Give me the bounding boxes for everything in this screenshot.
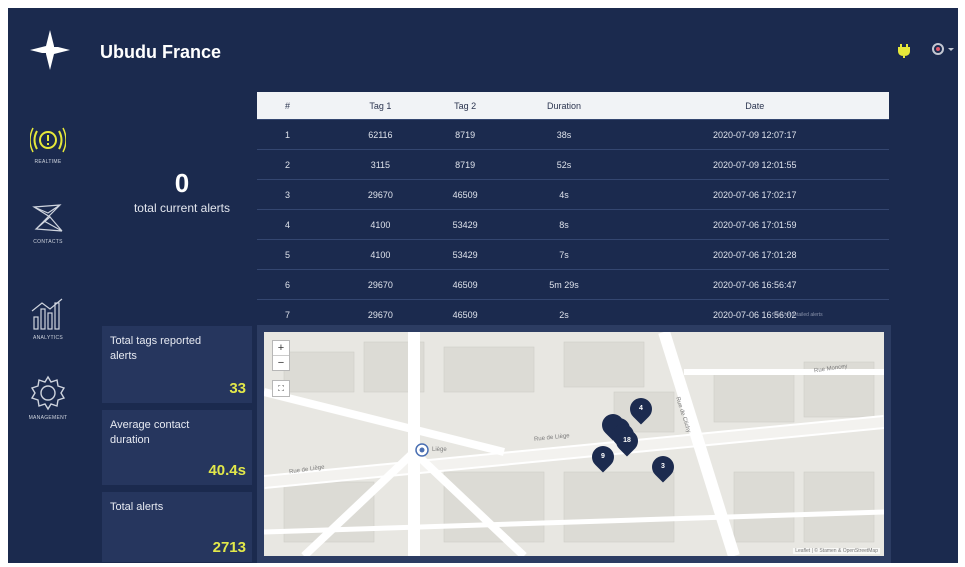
table-cell: 2020-07-06 16:56:47 [620, 269, 889, 300]
table-cell: 3115 [338, 149, 423, 180]
table-cell: 2020-07-09 12:07:17 [620, 119, 889, 150]
table-cell: 5 [257, 239, 338, 270]
table-cell: 2020-07-06 17:01:59 [620, 209, 889, 240]
table-cell: 2 [257, 149, 338, 180]
table-cell: 62116 [338, 119, 423, 150]
realtime-alert-icon [30, 127, 66, 153]
current-alerts-value: 0 [174, 168, 190, 198]
sidebar-item-label: CONTACTS [33, 239, 63, 245]
map-marker[interactable]: 4 [625, 393, 657, 425]
column-header[interactable]: Date [620, 92, 889, 120]
current-alerts-label: total current alerts [133, 201, 231, 215]
table-row[interactable]: 1 62116 8719 38s 2020-07-09 12:07:17 [257, 119, 889, 150]
table-cell: 8s [507, 209, 621, 240]
stat-label: Average contact duration [110, 419, 190, 446]
table-cell: 1 [257, 119, 338, 150]
stat-value: 40.4s [208, 462, 246, 479]
table-cell: 3 [257, 179, 338, 210]
zoom-out-button[interactable]: − [273, 355, 289, 370]
map-marker[interactable]: 9 [587, 441, 619, 473]
sidebar-item-label: REALTIME [34, 159, 62, 165]
logo-icon [30, 30, 70, 70]
table-cell: 53429 [422, 239, 508, 270]
table-row[interactable]: 6 29670 46509 5m 29s 2020-07-06 16:56:47 [257, 269, 889, 300]
map-marker[interactable]: 3 [647, 451, 679, 483]
plug-icon[interactable] [898, 44, 910, 61]
table-cell: 2020-07-09 12:01:55 [620, 149, 889, 180]
table-cell: 4100 [338, 209, 423, 240]
stat-card-avg-duration: Average contact duration 40.4s [102, 410, 252, 485]
table-cell: 38s [507, 119, 621, 150]
column-header[interactable]: # [257, 92, 338, 120]
alerts-table: # Tag 1 Tag 2 Duration Date 1 62116 8719… [257, 92, 889, 329]
metro-label: Liège [432, 447, 447, 453]
top-bar: Ubudu France [8, 8, 958, 88]
column-header[interactable]: Duration [507, 92, 621, 120]
table-cell: 5m 29s [507, 269, 621, 300]
table-row[interactable]: 5 4100 53429 7s 2020-07-06 17:01:28 [257, 239, 889, 270]
map-view[interactable]: + − ⛶ Liège Rue de Liège Rue de Liège Ru… [264, 332, 884, 556]
table-cell: 2020-07-06 17:01:28 [620, 239, 889, 270]
stat-value: 33 [229, 380, 246, 397]
table-cell: 8719 [422, 119, 508, 150]
analytics-chart-icon [31, 298, 63, 330]
table-cell: 29670 [338, 269, 423, 300]
sidebar-item-label: MANAGEMENT [28, 415, 68, 421]
table-cell: 6 [257, 269, 338, 300]
app-title: Ubudu France [100, 42, 222, 62]
stat-card-total-alerts: Total alerts 2713 [102, 492, 252, 562]
dashboard-app: Ubudu France REALTIME CONTACTS ANALYTICS… [8, 8, 958, 563]
stat-card-tags-reported: Total tags reported alerts 33 [102, 326, 252, 403]
contacts-network-icon [32, 204, 63, 232]
column-header[interactable]: Tag 2 [422, 92, 508, 120]
zoom-controls: + − [272, 340, 290, 371]
table-row[interactable]: 3 29670 46509 4s 2020-07-06 17:02:17 [257, 179, 889, 210]
current-alerts-summary: 0 total current alerts [106, 168, 258, 215]
stat-label: Total tags reported alerts [110, 335, 202, 362]
sidebar-item-analytics[interactable]: ANALYTICS [8, 297, 88, 341]
sidebar-item-realtime[interactable]: REALTIME [8, 125, 88, 165]
sidebar-item-management[interactable]: MANAGEMENT [8, 375, 88, 421]
stat-label: Total alerts [110, 501, 164, 513]
table-cell: 52s [507, 149, 621, 180]
table-cell: 8719 [422, 149, 508, 180]
table-cell: 4 [257, 209, 338, 240]
user-menu-icon[interactable] [932, 42, 954, 59]
gear-icon [30, 375, 66, 411]
zoom-in-button[interactable]: + [273, 341, 289, 355]
table-row[interactable]: 2 3115 8719 52s 2020-07-09 12:01:55 [257, 149, 889, 180]
stat-value: 2713 [212, 539, 246, 556]
map-attribution[interactable]: Leaflet | © Stamen & OpenStreetMap [793, 548, 880, 554]
table-cell: 46509 [422, 179, 508, 210]
table-row[interactable]: 4 4100 53429 8s 2020-07-06 17:01:59 [257, 209, 889, 240]
map-marker[interactable]: 18 [611, 425, 643, 457]
fullscreen-icon[interactable]: ⛶ [272, 380, 290, 397]
table-header-row: # Tag 1 Tag 2 Duration Date [257, 92, 889, 120]
sidebar-item-contacts[interactable]: CONTACTS [8, 201, 88, 245]
table-cell: 4100 [338, 239, 423, 270]
table-cell: 2020-07-06 17:02:17 [620, 179, 889, 210]
sidebar-item-label: ANALYTICS [32, 335, 64, 341]
table-cell: 29670 [338, 179, 423, 210]
column-header[interactable]: Tag 1 [338, 92, 423, 120]
map-streets [264, 332, 884, 556]
table-cell: 7s [507, 239, 621, 270]
table-footer-link[interactable]: Click for detailed alerts [772, 312, 823, 318]
table-cell: 53429 [422, 209, 508, 240]
table-cell: 4s [507, 179, 621, 210]
map-panel: + − ⛶ Liège Rue de Liège Rue de Liège Ru… [257, 325, 891, 563]
table-cell: 46509 [422, 269, 508, 300]
